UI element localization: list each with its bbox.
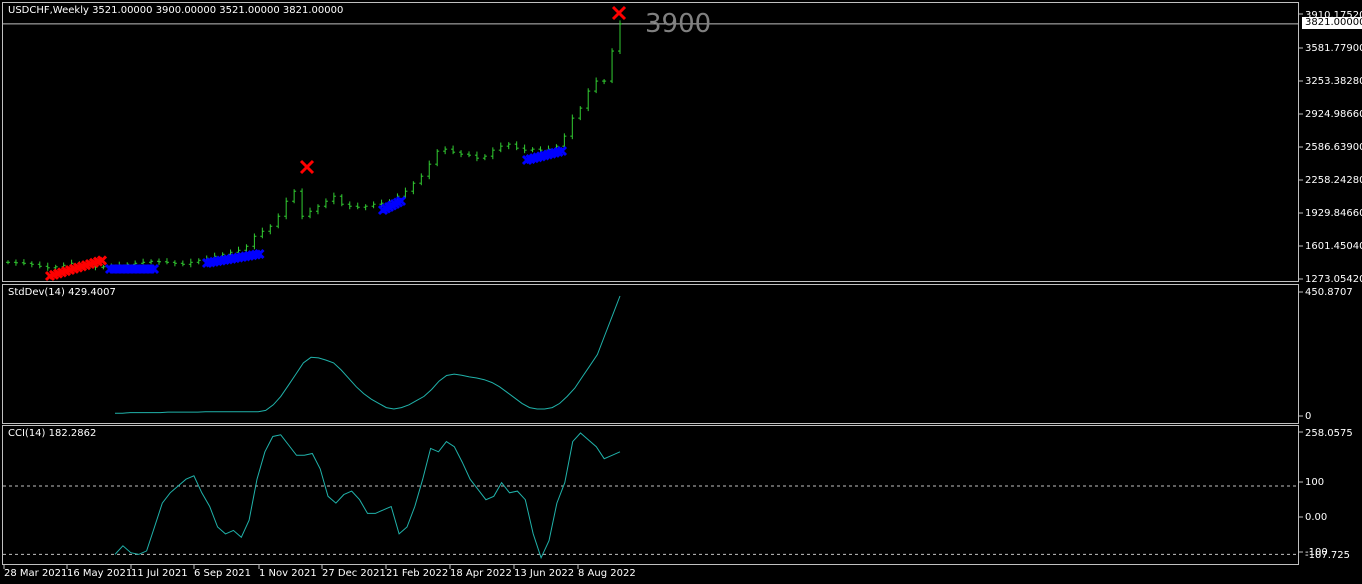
time-axis-label: 1 Nov 2021 bbox=[259, 568, 317, 579]
cci-axis-label: 0.00 bbox=[1305, 512, 1328, 523]
price-axis-label: 1273.05420 bbox=[1305, 274, 1362, 285]
stddev-axis-label: 450.8707 bbox=[1305, 287, 1353, 298]
time-axis-label: 11 Jul 2021 bbox=[131, 568, 188, 579]
current-price-tag: 3821.00000 bbox=[1302, 17, 1362, 29]
time-axis-label: 16 May 2021 bbox=[67, 568, 133, 579]
price-axis-label: 3581.77900 bbox=[1305, 43, 1362, 54]
stddev-line bbox=[115, 295, 621, 414]
time-axis-label: 27 Dec 2021 bbox=[322, 568, 386, 579]
time-axis-label: 13 Jun 2022 bbox=[514, 568, 575, 579]
time-axis-label: 28 Mar 2021 bbox=[4, 568, 68, 579]
time-axis-label: 6 Sep 2021 bbox=[194, 568, 252, 579]
chart-canvas bbox=[3, 5, 1303, 569]
time-axis-label: 21 Feb 2022 bbox=[386, 568, 449, 579]
price-axis-label: 2586.63900 bbox=[1305, 142, 1362, 153]
price-axis-label: 1601.45040 bbox=[1305, 241, 1362, 252]
price-axis-label: 3253.38280 bbox=[1305, 76, 1362, 87]
cci-axis-label: 258.0575 bbox=[1305, 428, 1353, 439]
price-axis-label: 2924.98660 bbox=[1305, 109, 1362, 120]
cci-axis-label: 100 bbox=[1305, 477, 1325, 488]
stddev-axis-label: 0 bbox=[1305, 411, 1312, 422]
cci-line bbox=[114, 432, 621, 560]
cci-axis-label: -107.725 bbox=[1305, 550, 1350, 561]
price-axis-label: 2258.24280 bbox=[1305, 175, 1362, 186]
price-annotation: 3900 bbox=[645, 9, 712, 39]
price-axis-label: 1929.84660 bbox=[1305, 208, 1362, 219]
time-axis-label: 8 Aug 2022 bbox=[578, 568, 636, 579]
time-axis-label: 18 Apr 2022 bbox=[450, 568, 512, 579]
